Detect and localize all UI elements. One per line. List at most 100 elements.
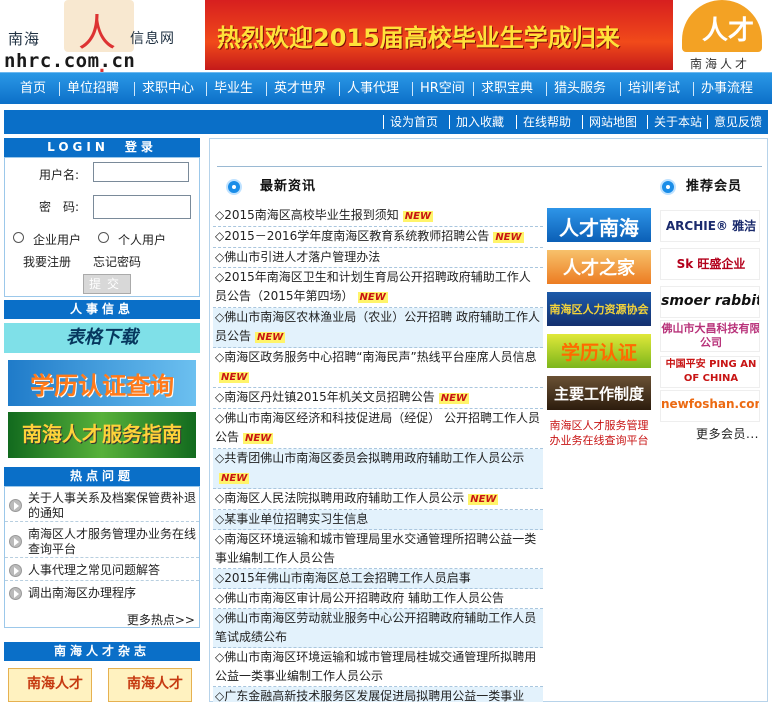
nav-item[interactable]: 培训考试 — [628, 73, 680, 105]
news-header: 最新资讯 — [226, 175, 366, 199]
degree-verify-text: 学历认证查询 — [30, 372, 174, 400]
quick-link[interactable]: 人才南海 — [547, 208, 651, 242]
nav-separator — [266, 82, 267, 96]
nav-item[interactable]: 首页 — [20, 73, 46, 105]
magazine-cover[interactable]: 南海人才 — [8, 668, 92, 702]
news-item[interactable]: ◇2015年南海区卫生和计划生育局公开招聘政府辅助工作人员公告（2015年第四场… — [213, 268, 543, 308]
arrow-icon — [9, 564, 22, 577]
new-badge-icon: NEW — [243, 433, 274, 444]
nav-separator — [339, 82, 340, 96]
magazine-cover-title: 南海人才 — [127, 676, 183, 692]
news-item[interactable]: ◇南海区环境运输和城市管理局里水交通管理所招聘公益一类事业编制工作人员公告 — [213, 530, 543, 569]
member-logo-newfoshan[interactable]: newfoshan.com — [660, 390, 760, 422]
subnav-item[interactable]: 意见反馈 — [714, 110, 762, 134]
nav-separator — [620, 82, 621, 96]
news-item-text: ◇广东金融高新技术服务区发展促进局拟聘用公益一类事业 — [215, 689, 525, 702]
submit-button[interactable]: 提交 — [83, 274, 131, 294]
member-logo-dachang[interactable]: 佛山市大昌科技有限公司 — [660, 320, 760, 352]
subnav-item[interactable]: 在线帮助 — [523, 110, 571, 134]
member-logo-smoer[interactable]: smoer rabbit — [660, 286, 760, 318]
news-item[interactable]: ◇佛山市南海区审计局公开招聘政府 辅助工作人员公告 — [213, 589, 543, 609]
quick-link[interactable]: 学历认证 — [547, 334, 651, 368]
subnav-separator — [647, 115, 648, 129]
member-name: 佛山市大昌科技有限公司 — [661, 322, 760, 349]
nav-item[interactable]: 办事流程 — [701, 73, 753, 105]
news-item-text: ◇2015－2016学年度南海区教育系统教师招聘公告 — [215, 229, 490, 243]
news-item[interactable]: ◇南海区人民法院拟聘用政府辅助工作人员公示 NEW — [213, 489, 543, 510]
nav-item[interactable]: HR空间 — [420, 73, 465, 105]
radio-company[interactable] — [13, 232, 24, 243]
hot-item-text: 调出南海区办理程序 — [28, 586, 137, 600]
news-item[interactable]: ◇南海区丹灶镇2015年机关文员招聘公告 NEW — [213, 388, 543, 409]
subnav-item[interactable]: 加入收藏 — [456, 110, 504, 134]
news-item[interactable]: ◇2015南海区高校毕业生报到须知 NEW — [213, 206, 543, 227]
nav-item[interactable]: 单位招聘 — [67, 73, 119, 105]
form-download-link[interactable]: 表格下载 — [4, 323, 200, 353]
banner-text: 热烈欢迎2015届高校毕业生学成归来 — [217, 24, 620, 52]
password-input[interactable] — [93, 195, 191, 219]
member-name: smoer rabbit — [661, 293, 760, 309]
news-item-text: ◇南海区环境运输和城市管理局里水交通管理所招聘公益一类事业编制工作人员公告 — [215, 532, 537, 565]
forgot-password-link[interactable]: 忘记密码 — [93, 253, 141, 270]
business-query-link[interactable]: 南海区人才服务管理办业务在线查询平台 — [547, 418, 651, 448]
hot-item[interactable]: 人事代理之常见问题解答 — [5, 561, 199, 581]
member-name: ARCHIE® 雅洁 — [665, 219, 757, 233]
arrow-icon — [9, 535, 22, 548]
quick-link[interactable]: 南海区人力资源协会 — [547, 292, 651, 326]
news-item[interactable]: ◇佛山市南海区环境运输和城市管理局桂城交通管理所拟聘用公益一类事业编制工作人员公… — [213, 648, 543, 687]
news-item[interactable]: ◇2015年佛山市南海区总工会招聘工作人员启事 — [213, 569, 543, 589]
quick-link[interactable]: 人才之家 — [547, 250, 651, 284]
news-item-text: ◇佛山市南海区审计局公开招聘政府 辅助工作人员公告 — [215, 591, 505, 605]
hot-item[interactable]: 调出南海区办理程序 — [5, 584, 199, 604]
hot-header: 热点问题 — [4, 467, 200, 486]
news-item[interactable]: ◇广东金融高新技术服务区发展促进局拟聘用公益一类事业 — [213, 687, 543, 702]
quick-link[interactable]: 主要工作制度 — [547, 376, 651, 410]
member-logo-archie[interactable]: ARCHIE® 雅洁 — [660, 210, 760, 242]
welcome-banner[interactable]: 热烈欢迎2015届高校毕业生学成归来 — [205, 0, 673, 70]
news-item[interactable]: ◇共青团佛山市南海区委员会拟聘用政府辅助工作人员公示 NEW — [213, 449, 543, 489]
news-item[interactable]: ◇2015－2016学年度南海区教育系统教师招聘公告 NEW — [213, 227, 543, 248]
site-logo[interactable]: 南海 人才 信息网 nhrc.com.cn — [4, 0, 204, 110]
subnav-item[interactable]: 设为首页 — [390, 110, 438, 134]
nav-item[interactable]: 求职中心 — [142, 73, 194, 105]
member-logo-wangsheng[interactable]: Sk 旺盛企业 — [660, 248, 760, 280]
news-item[interactable]: ◇佛山市引进人才落户管理办法 — [213, 248, 543, 268]
nav-item[interactable]: 英才世界 — [274, 73, 326, 105]
new-badge-icon: NEW — [219, 473, 250, 484]
news-item[interactable]: ◇某事业单位招聘实习生信息 — [213, 510, 543, 530]
news-item[interactable]: ◇佛山市南海区劳动就业服务中心公开招聘政府辅助工作人员笔试成绩公布 — [213, 609, 543, 648]
hr-info-header: 人事信息 — [4, 300, 200, 319]
username-input[interactable] — [93, 162, 189, 182]
hot-item[interactable]: 关于人事关系及档案保管费补退的通知 — [5, 490, 199, 522]
quick-link-text: 学历认证 — [560, 342, 637, 364]
subnav-item[interactable]: 网站地图 — [589, 110, 637, 134]
subnav-separator — [582, 115, 583, 129]
hot-item[interactable]: 南海区人才服务管理办业务在线查询平台 — [5, 525, 199, 558]
radio-personal[interactable] — [98, 232, 109, 243]
more-hot-link[interactable]: 更多热点>> — [127, 611, 195, 628]
more-members-link[interactable]: 更多会员... — [696, 425, 759, 442]
news-item-text: ◇2015年佛山市南海区总工会招聘工作人员启事 — [215, 571, 471, 585]
nav-item[interactable]: 求职宝典 — [481, 73, 533, 105]
nav-item[interactable]: 猎头服务 — [554, 73, 606, 105]
news-item[interactable]: ◇佛山市南海区农林渔业局（农业）公开招聘 政府辅助工作人员公告 NEW — [213, 308, 543, 348]
news-item[interactable]: ◇佛山市南海区经济和科技促进局（经促） 公开招聘工作人员公告 NEW — [213, 409, 543, 449]
main-nav: 首页 单位招聘 求职中心 毕业生 英才世界 人事代理 HR空间 求职宝典 猎头服务 培训考试 办事流… — [0, 72, 772, 104]
nav-item[interactable]: 人事代理 — [347, 73, 399, 105]
right-logo[interactable]: 人才 南海人才 — [676, 0, 772, 71]
hot-item-text: 人事代理之常见问题解答 — [28, 563, 161, 577]
subnav-item[interactable]: 关于本站 — [654, 110, 702, 134]
subnav-separator — [707, 115, 708, 129]
news-item[interactable]: ◇南海区政务服务中心招聘“南海民声”热线平台座席人员信息 NEW — [213, 348, 543, 388]
magazine-cover[interactable]: 南海人才 — [108, 668, 192, 702]
member-logo-pingan[interactable]: 中国平安 PING AN OF CHINA — [660, 356, 760, 388]
news-item-text: ◇南海区政务服务中心招聘“南海民声”热线平台座席人员信息 — [215, 350, 537, 364]
news-list: ◇2015南海区高校毕业生报到须知 NEW ◇2015－2016学年度南海区教育系统… — [213, 206, 543, 702]
service-guide-banner[interactable]: 南海人才服务指南 — [8, 412, 196, 458]
quick-link-text: 南海区人力资源协会 — [549, 303, 649, 316]
nav-item[interactable]: 毕业生 — [214, 73, 253, 105]
register-link[interactable]: 我要注册 — [23, 253, 71, 270]
degree-verify-banner[interactable]: 学历认证查询 — [8, 360, 196, 406]
news-item-text: ◇南海区丹灶镇2015年机关文员招聘公告 — [215, 390, 435, 404]
news-item-text: ◇某事业单位招聘实习生信息 — [215, 512, 369, 526]
